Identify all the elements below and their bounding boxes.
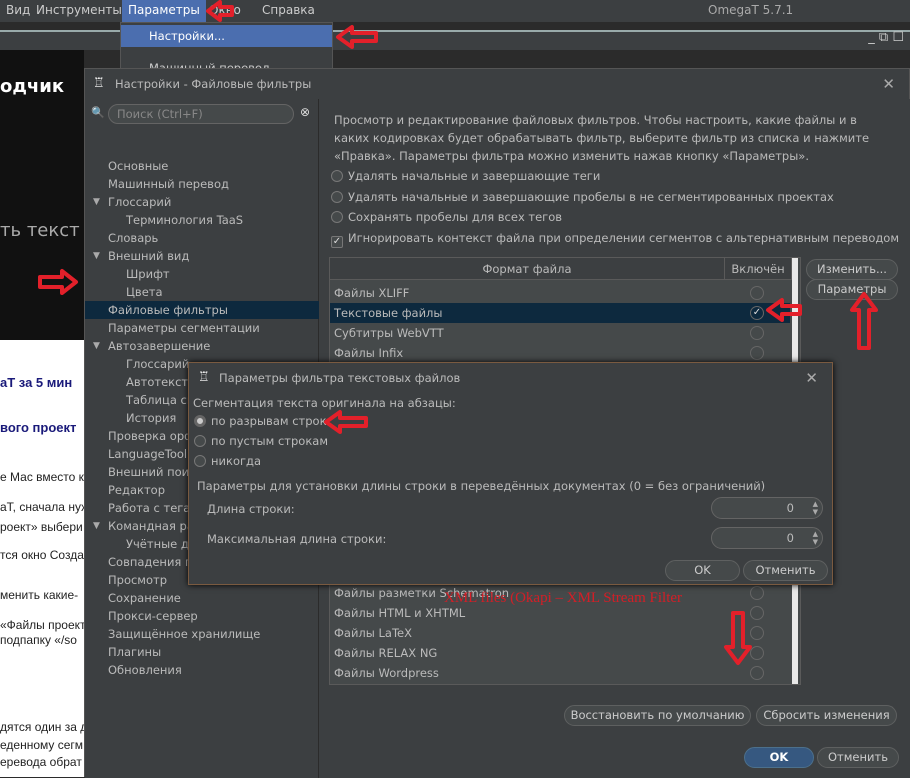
arrow-left-icon (324, 410, 368, 434)
arrow-down-icon (724, 611, 752, 665)
arrow-left-icon (206, 0, 234, 22)
arrow-right-icon (38, 269, 78, 295)
annotation-arrows (38, 0, 878, 665)
arrow-left-icon (336, 25, 378, 49)
arrow-left-icon (766, 298, 802, 322)
arrow-up-icon (850, 292, 878, 350)
